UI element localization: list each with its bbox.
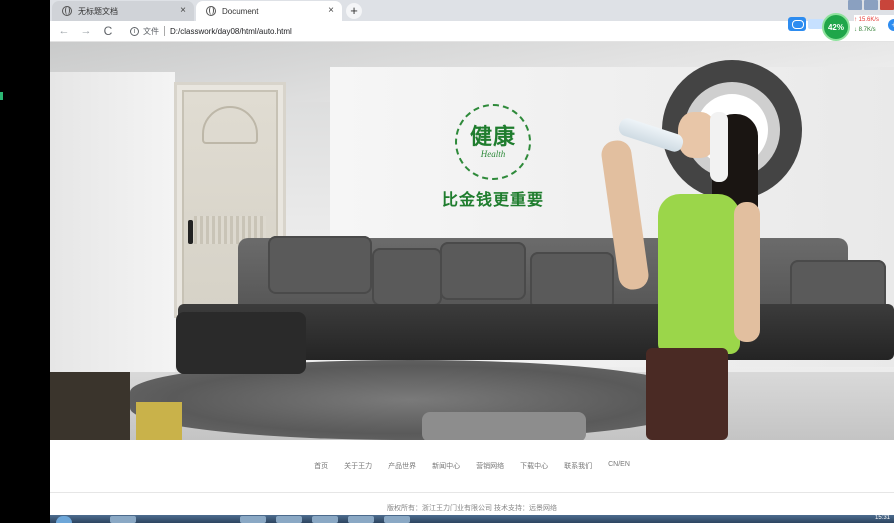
health-logo-cn: 健康 (469, 124, 516, 150)
sofa-cushion (530, 252, 614, 310)
info-icon[interactable]: i (130, 26, 139, 36)
health-logo-en: Health (480, 149, 506, 159)
tab-title: 无标题文档 (78, 6, 118, 16)
window-controls (846, 0, 894, 10)
tab-close-icon[interactable]: × (180, 5, 186, 16)
address-toolbar: ← → C i 文件 D:/classwork/day08/html/auto.… (50, 21, 894, 42)
globe-icon (62, 6, 72, 16)
taskbar-app-button[interactable] (240, 516, 266, 523)
tab-strip: 无标题文档 × Document × + (50, 0, 894, 21)
reload-button[interactable]: C (100, 23, 116, 39)
floor-shelf (50, 372, 130, 440)
desktop-edge-marker (0, 92, 3, 100)
network-speed-widget[interactable]: 42% ↑ 15.6K/s ↓ 8.7K/s + (784, 13, 894, 41)
hero-banner: 健康 Health 比金钱更重要 (50, 42, 894, 440)
taskbar-clock[interactable]: 15:31 (875, 515, 890, 521)
nav-about[interactable]: 关于王力 (344, 461, 372, 471)
door-handle (188, 220, 193, 244)
back-button[interactable]: ← (56, 23, 72, 39)
speed-percent-badge[interactable]: 42% (822, 13, 850, 41)
file-scheme-label: 文件 (143, 26, 159, 36)
footer-divider (50, 492, 894, 493)
close-window-button[interactable] (880, 0, 894, 10)
page-footer: 首页 关于王力 产品世界 新闻中心 营销网络 下载中心 联系我们 CN/EN 版… (50, 440, 894, 523)
browser-window: 无标题文档 × Document × + ← → C i 文件 D:/class… (50, 0, 894, 523)
taskbar-app-button[interactable] (384, 516, 410, 523)
left-desktop-strip (0, 0, 50, 523)
address-separator (164, 26, 165, 36)
minimize-button[interactable] (848, 0, 862, 10)
new-tab-button[interactable]: + (346, 3, 362, 19)
nav-language[interactable]: CN/EN (608, 461, 630, 471)
nav-products[interactable]: 产品世界 (388, 461, 416, 471)
left-wall (50, 72, 175, 412)
tab-document[interactable]: Document × (196, 1, 342, 21)
door-carving (202, 106, 258, 144)
nav-home[interactable]: 首页 (314, 461, 328, 471)
address-url[interactable]: D:/classwork/day08/html/auto.html (170, 27, 292, 36)
globe-icon (206, 6, 216, 16)
windows-taskbar: 15:31 (50, 515, 894, 523)
forward-button[interactable]: → (78, 23, 94, 39)
sofa-arm (176, 312, 306, 374)
speed-widget-plus-button[interactable]: + (888, 19, 894, 31)
taskbar-app-button[interactable] (312, 516, 338, 523)
sofa-cushion (372, 248, 442, 306)
ottoman (422, 412, 586, 440)
nav-contact[interactable]: 联系我们 (564, 461, 592, 471)
maximize-button[interactable] (864, 0, 878, 10)
nav-download[interactable]: 下载中心 (520, 461, 548, 471)
nav-marketing[interactable]: 营销网络 (476, 461, 504, 471)
taskbar-app-button[interactable] (348, 516, 374, 523)
taskbar-app-button[interactable] (276, 516, 302, 523)
tab-untitled[interactable]: 无标题文档 × (52, 1, 194, 21)
woman-arm (734, 202, 760, 342)
cloud-icon[interactable] (788, 17, 806, 31)
woman-headband (710, 112, 728, 182)
woman-skirt (646, 348, 728, 440)
tab-title: Document (222, 6, 259, 16)
footer-nav: 首页 关于王力 产品世界 新闻中心 营销网络 下载中心 联系我们 CN/EN (50, 461, 894, 471)
gift-box (136, 402, 182, 440)
nav-news[interactable]: 新闻中心 (432, 461, 460, 471)
tab-close-icon[interactable]: × (328, 5, 334, 16)
health-logo: 健康 Health (455, 104, 531, 180)
sofa-cushion (268, 236, 372, 294)
woman-green-top (658, 194, 740, 354)
start-button[interactable] (56, 516, 72, 523)
taskbar-app-button[interactable] (110, 516, 136, 523)
hero-slogan: 比金钱更重要 (442, 190, 545, 209)
copyright-text: 版权所有：浙江王力门业有限公司 技术支持：远景网络 (387, 505, 557, 512)
sofa-cushion (440, 242, 526, 300)
